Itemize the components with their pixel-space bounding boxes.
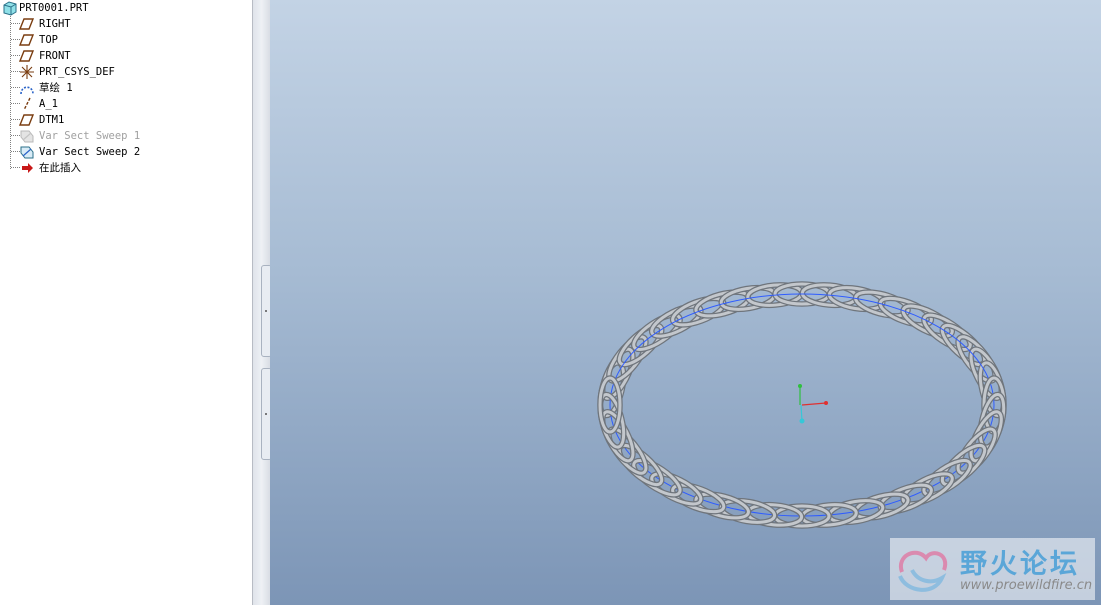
tree-root-part[interactable]: PRT0001.PRT xyxy=(0,0,120,16)
tree-item-dtm1[interactable]: DTM1 xyxy=(0,112,120,128)
coil-back-half xyxy=(597,281,1007,419)
axis-x xyxy=(801,402,827,406)
tree-item-top[interactable]: TOP xyxy=(0,32,120,48)
forum-logo-icon xyxy=(898,550,948,592)
datum-plane-icon xyxy=(19,50,35,62)
tree-item-label: FRONT xyxy=(39,50,71,62)
tree-item-insert-here[interactable]: 在此插入 xyxy=(0,160,120,176)
graphics-viewport[interactable] xyxy=(270,0,1101,605)
coil-ring-model xyxy=(597,281,1007,529)
datum-axis-icon xyxy=(23,97,31,111)
tree-item-axis[interactable]: A_1 xyxy=(0,96,120,112)
tree-item-label: DTM1 xyxy=(39,114,65,126)
sweep-feature-icon xyxy=(20,146,34,159)
tree-item-sweep-1[interactable]: Var Sect Sweep 1 xyxy=(0,128,150,144)
tree-item-label: PRT_CSYS_DEF xyxy=(39,66,115,78)
tree-item-sketch[interactable]: 草绘 1 xyxy=(0,80,120,96)
coordinate-system-icon xyxy=(20,65,34,79)
tree-item-sweep-2[interactable]: Var Sect Sweep 2 xyxy=(0,144,150,160)
tree-item-label: 在此插入 xyxy=(39,162,81,174)
sketch-icon xyxy=(20,86,34,95)
tree-item-label: A_1 xyxy=(39,98,58,110)
model-tree: PRT0001.PRT RIGHT TOP FRONT PRT_CSYS_DEF… xyxy=(0,0,253,605)
coil-front-half xyxy=(597,375,1007,529)
axis-x-tip xyxy=(824,401,828,405)
tree-item-label: RIGHT xyxy=(39,18,71,30)
watermark-url: www.proewildfire.cn xyxy=(960,578,1093,593)
panel-splitter[interactable] xyxy=(253,0,272,605)
datum-plane-icon xyxy=(19,114,35,126)
tree-item-right[interactable]: RIGHT xyxy=(0,16,120,32)
tree-root-label: PRT0001.PRT xyxy=(19,2,89,14)
datum-plane-icon xyxy=(19,34,35,46)
tree-item-label: TOP xyxy=(39,34,58,46)
tree-item-csys[interactable]: PRT_CSYS_DEF xyxy=(0,64,140,80)
axis-y-tip xyxy=(798,384,802,388)
watermark-title: 野火论坛 xyxy=(960,549,1080,580)
part-icon xyxy=(3,1,17,16)
insert-here-arrow-icon xyxy=(22,163,33,173)
datum-plane-icon xyxy=(19,18,35,30)
tree-item-front[interactable]: FRONT xyxy=(0,48,120,64)
sweep-feature-icon xyxy=(20,130,34,143)
tree-item-label: 草绘 1 xyxy=(39,82,73,94)
tree-item-label: Var Sect Sweep 1 xyxy=(39,130,141,142)
csys-triad xyxy=(798,384,828,424)
tree-item-label: Var Sect Sweep 2 xyxy=(39,146,141,158)
forum-watermark: 野火论坛 www.proewildfire.cn xyxy=(890,538,1095,600)
axis-z-tip xyxy=(799,418,805,424)
